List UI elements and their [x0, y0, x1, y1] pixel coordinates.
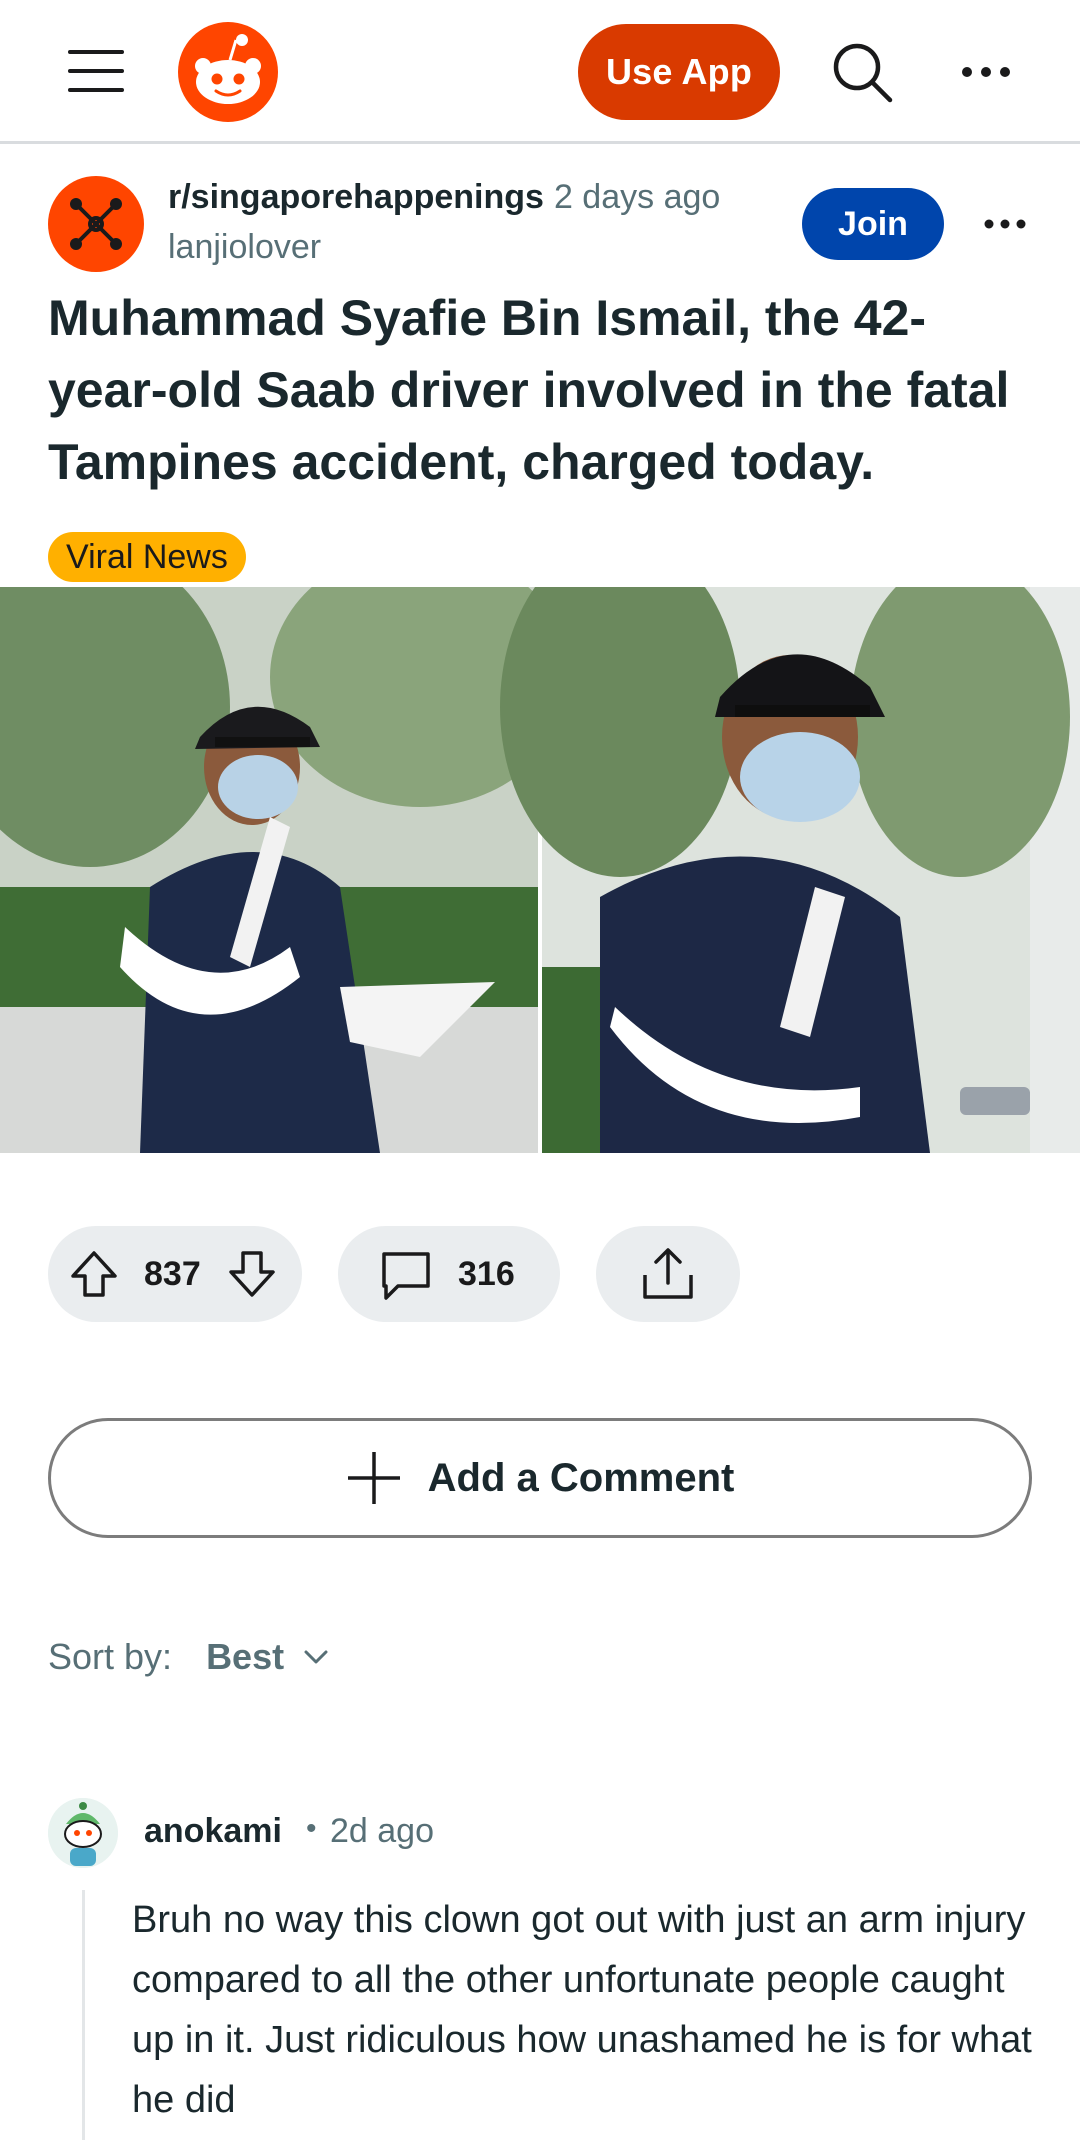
- post-title[interactable]: Muhammad Syafie Bin Ismail, the 42-year-…: [48, 282, 1038, 498]
- post-meta: r/singaporehappenings 2 days ago: [168, 178, 720, 217]
- post-time: 2 days ago: [553, 178, 721, 216]
- share-icon: [643, 1248, 693, 1299]
- sort-selector[interactable]: Sort by: Best: [48, 1632, 330, 1682]
- comment-count: 316: [458, 1254, 515, 1293]
- plus-icon: [347, 1452, 400, 1504]
- comment-icon: [378, 1248, 434, 1304]
- vote-pill: 837: [48, 1226, 302, 1322]
- add-comment-button[interactable]: Add a Comment: [48, 1418, 1032, 1538]
- comments-button[interactable]: 316: [338, 1226, 560, 1322]
- upvote-icon[interactable]: [68, 1248, 120, 1300]
- sort-label: Sort by:: [48, 1636, 173, 1677]
- top-app-bar: Use App: [0, 0, 1080, 144]
- vote-score: 837: [144, 1254, 201, 1293]
- post-image[interactable]: [0, 587, 1080, 1153]
- add-comment-label: Add a Comment: [427, 1455, 735, 1500]
- post-more-options-icon[interactable]: [972, 188, 1038, 260]
- meta-separator: •: [306, 1812, 317, 1845]
- comment-body: Bruh no way this clown got out with just…: [132, 1899, 1032, 2121]
- menu-icon[interactable]: [60, 40, 132, 102]
- comment-thread-line[interactable]: [82, 1890, 85, 2140]
- post-author-link[interactable]: lanjiolover: [168, 228, 321, 267]
- join-button[interactable]: Join: [802, 188, 944, 260]
- use-app-button[interactable]: Use App: [578, 24, 780, 120]
- reddit-logo[interactable]: [176, 20, 280, 124]
- comment-author-link[interactable]: anokami: [144, 1812, 282, 1851]
- comment-avatar[interactable]: [48, 1798, 118, 1868]
- search-icon[interactable]: [826, 36, 898, 108]
- subreddit-avatar-icon[interactable]: [48, 176, 144, 272]
- post-flair[interactable]: Viral News: [48, 532, 246, 582]
- share-button[interactable]: [596, 1226, 740, 1322]
- subreddit-name-link[interactable]: r/singaporehappenings: [168, 178, 544, 216]
- comment-time: 2d ago: [330, 1812, 434, 1850]
- downvote-icon[interactable]: [226, 1248, 278, 1300]
- sort-value[interactable]: Best: [206, 1636, 284, 1678]
- chevron-down-icon[interactable]: [302, 1643, 330, 1671]
- more-options-icon[interactable]: [950, 36, 1022, 108]
